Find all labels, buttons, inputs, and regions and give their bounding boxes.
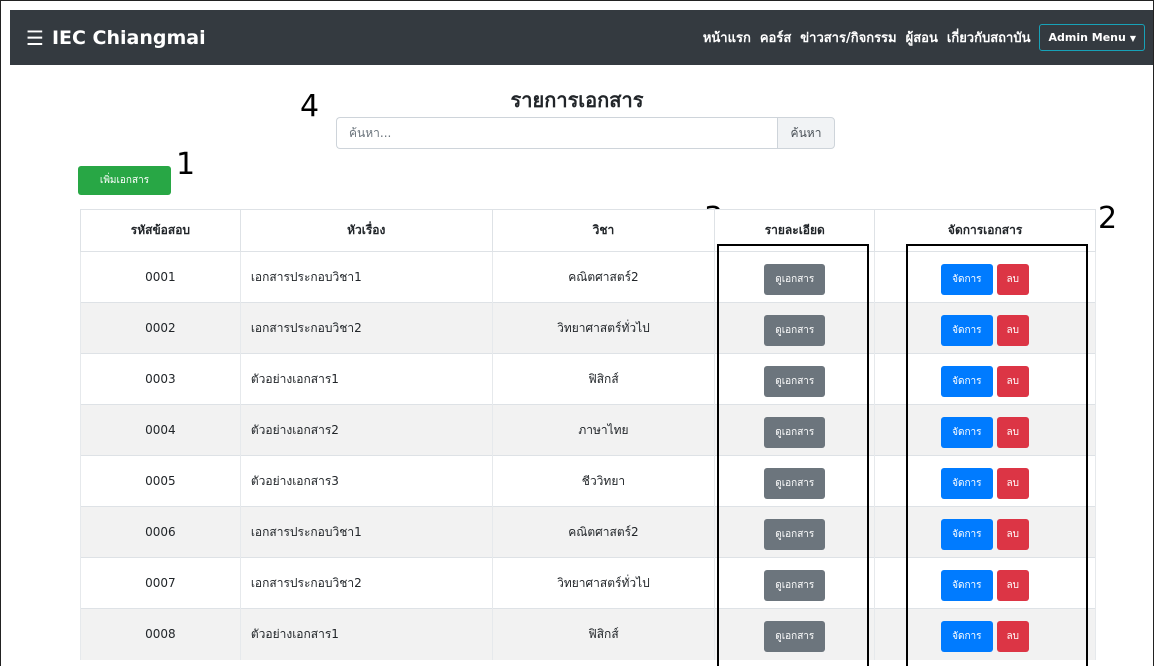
row-code: 0008 <box>80 608 241 660</box>
annotation-2: 2 <box>1098 201 1118 236</box>
row-title: ตัวอย่างเอกสาร3 <box>239 455 493 507</box>
row-title: เอกสารประกอบวิชา1 <box>239 251 493 303</box>
brand[interactable]: ☰ IEC Chiangmai <box>26 26 206 50</box>
header-title: หัวเรื่อง <box>239 209 493 252</box>
row-subject: คณิตศาสตร์2 <box>491 506 716 558</box>
row-subject: ฟิสิกส์ <box>491 353 716 405</box>
row-subject: วิทยาศาสตร์ทั่วไป <box>491 557 716 609</box>
row-title: เอกสารประกอบวิชา2 <box>239 302 493 354</box>
admin-menu-button[interactable]: Admin Menu ▼ <box>1039 24 1145 51</box>
nav-link-about[interactable]: เกี่ยวกับสถาบัน <box>947 27 1031 48</box>
search-bar: ค้นหา <box>336 117 835 149</box>
row-code: 0001 <box>80 251 241 303</box>
row-title: เอกสารประกอบวิชา1 <box>239 506 493 558</box>
page-title: รายการเอกสาร <box>510 88 644 112</box>
header-subject: วิชา <box>491 209 716 252</box>
row-code: 0002 <box>80 302 241 354</box>
row-code: 0007 <box>80 557 241 609</box>
nav-link-home[interactable]: หน้าแรก <box>703 27 751 48</box>
brand-name[interactable]: IEC Chiangmai <box>52 27 206 49</box>
row-title: ตัวอย่างเอกสาร1 <box>239 608 493 660</box>
row-code: 0004 <box>80 404 241 456</box>
top-navbar: ☰ IEC Chiangmai หน้าแรก คอร์ส ข่าวสาร/กิ… <box>10 10 1153 65</box>
annotation-1: 1 <box>176 147 196 182</box>
annotation-4: 4 <box>300 89 320 124</box>
row-code: 0005 <box>80 455 241 507</box>
hamburger-icon[interactable]: ☰ <box>26 26 44 50</box>
row-subject: ชีววิทยา <box>491 455 716 507</box>
row-code: 0006 <box>80 506 241 558</box>
nav-links: หน้าแรก คอร์ส ข่าวสาร/กิจกรรม ผู้สอน เกี… <box>694 10 1145 65</box>
annotation-box-manage <box>906 244 1088 666</box>
row-subject: วิทยาศาสตร์ทั่วไป <box>491 302 716 354</box>
row-subject: คณิตศาสตร์2 <box>491 251 716 303</box>
annotation-box-detail <box>717 244 869 666</box>
caret-down-icon: ▼ <box>1129 34 1136 43</box>
row-code: 0003 <box>80 353 241 405</box>
nav-link-courses[interactable]: คอร์ส <box>760 27 791 48</box>
row-title: เอกสารประกอบวิชา2 <box>239 557 493 609</box>
add-document-button[interactable]: เพิ่มเอกสาร <box>78 166 171 195</box>
admin-menu-label: Admin Menu <box>1048 31 1126 44</box>
search-button[interactable]: ค้นหา <box>777 117 835 149</box>
row-subject: ภาษาไทย <box>491 404 716 456</box>
nav-link-news[interactable]: ข่าวสาร/กิจกรรม <box>800 27 896 48</box>
nav-link-instructors[interactable]: ผู้สอน <box>906 27 938 48</box>
row-title: ตัวอย่างเอกสาร1 <box>239 353 493 405</box>
row-title: ตัวอย่างเอกสาร2 <box>239 404 493 456</box>
header-code: รหัสข้อสอบ <box>80 209 241 252</box>
row-subject: ฟิสิกส์ <box>491 608 716 660</box>
search-input[interactable] <box>336 117 777 149</box>
